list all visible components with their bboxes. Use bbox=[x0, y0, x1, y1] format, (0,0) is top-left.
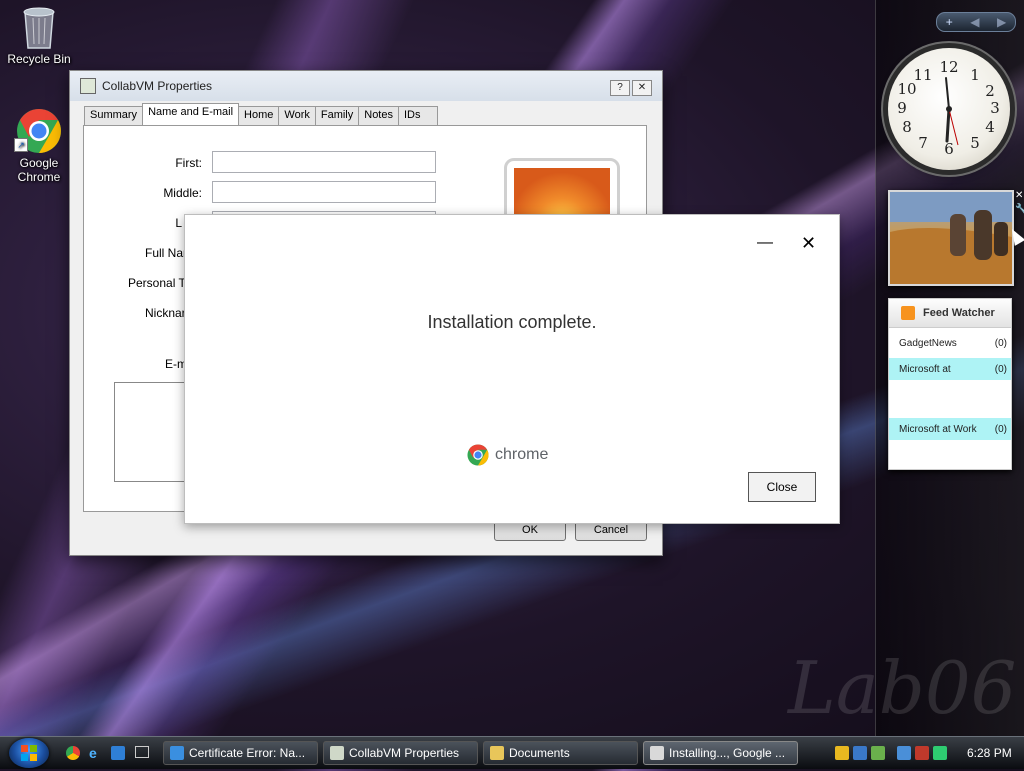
tab-work[interactable]: Work bbox=[278, 106, 316, 125]
shortcut-arrow-icon: ↗ bbox=[14, 138, 28, 152]
feed-item-count: (0) bbox=[994, 423, 1007, 435]
slideshow-gadget[interactable] bbox=[888, 190, 1014, 286]
quicklaunch-ie2-icon[interactable] bbox=[111, 746, 125, 760]
previous-icon[interactable]: ◀ bbox=[970, 15, 979, 29]
desktop-icon-recycle-bin[interactable]: Recycle Bin bbox=[3, 4, 75, 66]
first-label: First: bbox=[175, 156, 202, 170]
last-label: L bbox=[175, 216, 182, 230]
clock-hands bbox=[945, 77, 959, 146]
tab-strip: Summary Name and E-mail Home Work Family… bbox=[84, 103, 438, 126]
flag-icon[interactable] bbox=[933, 746, 947, 760]
feed-item-name: Microsoft at Work bbox=[899, 423, 977, 435]
properties-title: CollabVM Properties bbox=[102, 79, 213, 93]
chrome-logo-icon bbox=[467, 444, 489, 466]
show-desktop-icon[interactable] bbox=[135, 746, 149, 758]
tab-summary[interactable]: Summary bbox=[84, 106, 144, 125]
minimize-button[interactable]: — bbox=[757, 233, 773, 253]
taskbar-item-certificate-error[interactable]: Certificate Error: Na... bbox=[163, 741, 318, 765]
installer-icon bbox=[650, 746, 664, 760]
gadget-options-icon[interactable]: 🔧 bbox=[1015, 204, 1024, 215]
chrome-wordmark: chrome bbox=[495, 446, 549, 463]
feed-item-name: Microsoft at bbox=[899, 363, 951, 375]
next-icon[interactable]: ▶ bbox=[997, 15, 1006, 29]
start-button[interactable] bbox=[9, 738, 49, 768]
taskbar: e Certificate Error: Na... CollabVM Prop… bbox=[0, 736, 1024, 769]
add-gadget-icon[interactable]: + bbox=[946, 15, 953, 29]
rss-icon bbox=[901, 306, 915, 320]
feed-item-count: (0) bbox=[994, 337, 1007, 349]
windows-update-icon[interactable] bbox=[871, 746, 885, 760]
close-window-button[interactable]: ✕ bbox=[632, 80, 652, 96]
security-shield-icon[interactable] bbox=[835, 746, 849, 760]
quicklaunch-chrome-icon[interactable] bbox=[66, 746, 80, 760]
tab-ids[interactable]: IDs bbox=[398, 106, 438, 125]
close-button[interactable]: Close bbox=[748, 472, 816, 502]
task-label: Installing..., Google ... bbox=[669, 746, 786, 760]
feed-watcher-title: Feed Watcher bbox=[923, 307, 995, 319]
system-tray: 6:28 PM bbox=[835, 737, 1024, 769]
windows-sidebar: + ◀ ▶ 12 1 2 3 4 5 6 7 8 9 10 11 ✕ 🔧 Fee… bbox=[875, 0, 1024, 736]
installation-message: Installation complete. bbox=[427, 312, 597, 332]
chrome-icon: ↗ bbox=[14, 108, 62, 154]
contact-icon bbox=[80, 78, 96, 94]
desktop-icon-google-chrome[interactable]: ↗ Google Chrome bbox=[3, 108, 75, 184]
dialog-close-icon[interactable]: ✕ bbox=[801, 233, 816, 253]
tab-family[interactable]: Family bbox=[314, 106, 360, 125]
feed-item-count: (0) bbox=[994, 363, 1007, 375]
display-icon[interactable] bbox=[897, 746, 911, 760]
google-chrome-label: Google Chrome bbox=[17, 156, 61, 184]
recycle-bin-label: Recycle Bin bbox=[7, 52, 71, 66]
help-button[interactable]: ? bbox=[610, 80, 630, 96]
middle-label: Middle: bbox=[163, 186, 202, 200]
feed-watcher-gadget[interactable]: Feed Watcher GadgetNews (0) Microsoft at… bbox=[888, 298, 1012, 470]
tab-home[interactable]: Home bbox=[238, 106, 280, 125]
feed-item[interactable]: GadgetNews (0) bbox=[889, 332, 1011, 354]
task-label: CollabVM Properties bbox=[349, 746, 460, 760]
taskbar-clock[interactable]: 6:28 PM bbox=[967, 746, 1012, 760]
desktop-watermark: Lab06 bbox=[788, 646, 1017, 730]
recycle-bin-icon bbox=[16, 4, 62, 50]
tab-notes[interactable]: Notes bbox=[358, 106, 399, 125]
taskbar-item-documents[interactable]: Documents bbox=[483, 741, 638, 765]
sidebar-controls: + ◀ ▶ bbox=[936, 12, 1016, 32]
task-label: Documents bbox=[509, 746, 570, 760]
feed-watcher-header: Feed Watcher bbox=[889, 299, 1011, 328]
ie-icon bbox=[170, 746, 184, 760]
feed-item-name: GadgetNews bbox=[899, 337, 957, 349]
task-label: Certificate Error: Na... bbox=[189, 746, 306, 760]
folder-icon bbox=[490, 746, 504, 760]
contact-icon bbox=[330, 746, 344, 760]
first-field[interactable] bbox=[212, 151, 436, 173]
feed-item[interactable]: Microsoft at Work (0) bbox=[889, 418, 1011, 440]
gadget-close-icon[interactable]: ✕ bbox=[1015, 190, 1023, 201]
middle-field[interactable] bbox=[212, 181, 436, 203]
quicklaunch-ie-icon[interactable]: e bbox=[89, 746, 103, 760]
windows-logo-icon bbox=[21, 745, 37, 761]
volume-muted-icon[interactable] bbox=[915, 746, 929, 760]
feed-item[interactable]: Microsoft at (0) bbox=[889, 358, 1011, 380]
chrome-installer-dialog: — ✕ Installation complete. chrome Close bbox=[184, 214, 840, 524]
tab-name-and-email[interactable]: Name and E-mail bbox=[142, 103, 240, 126]
taskbar-item-collabvm-properties[interactable]: CollabVM Properties bbox=[323, 741, 478, 765]
clock-gadget[interactable]: 12 1 2 3 4 5 6 7 8 9 10 11 bbox=[888, 48, 1010, 170]
taskbar-item-installing-google[interactable]: Installing..., Google ... bbox=[643, 741, 798, 765]
properties-title-bar[interactable]: CollabVM Properties ? ✕ bbox=[70, 71, 662, 101]
slideshow-image bbox=[890, 192, 1012, 284]
chrome-brand: chrome bbox=[467, 444, 548, 466]
network-icon[interactable] bbox=[853, 746, 867, 760]
